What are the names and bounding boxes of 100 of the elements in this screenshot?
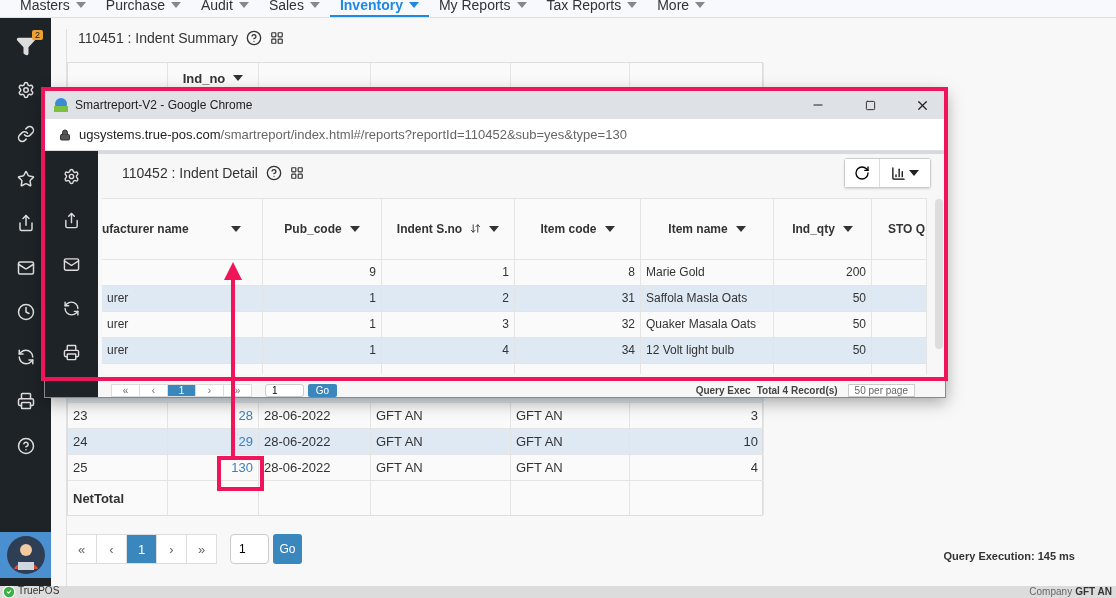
page-button[interactable]: ‹ <box>139 384 168 397</box>
nav-tab[interactable]: Audit <box>190 0 259 17</box>
app-name: TruePOS <box>18 586 60 598</box>
table-cell: 8 <box>628 265 635 280</box>
help-icon[interactable] <box>265 164 282 181</box>
grid-icon[interactable] <box>270 31 285 45</box>
caret-icon <box>489 225 500 232</box>
chart-dropdown[interactable] <box>880 159 930 187</box>
page-button[interactable]: 1 <box>167 384 196 397</box>
grid-icon[interactable] <box>289 165 304 180</box>
settings-icon[interactable] <box>63 168 80 185</box>
table-cell: Quaker Masala Oats <box>646 317 757 332</box>
go-button[interactable]: Go <box>273 534 302 564</box>
star-icon[interactable] <box>16 169 35 188</box>
table-cell: 28-06-2022 <box>264 434 331 449</box>
page-button[interactable]: › <box>156 534 187 564</box>
highlight-frame <box>217 456 264 491</box>
report-title: 110452 : Indent Detail <box>122 164 258 181</box>
page-button[interactable]: ‹ <box>96 534 127 564</box>
clock-icon[interactable] <box>16 303 35 321</box>
caret-icon <box>604 225 615 232</box>
table-cell: 12 Volt light bulb <box>646 343 735 358</box>
table-cell: 9 <box>369 265 376 280</box>
table-cell: 31 <box>621 291 635 306</box>
column-header[interactable]: Pub_code <box>284 221 342 236</box>
window-title: Smartreport-V2 - Google Chrome <box>75 98 254 112</box>
go-button[interactable]: Go <box>308 384 337 397</box>
table-cell: 1 <box>502 265 509 280</box>
mail-icon[interactable] <box>63 256 80 273</box>
bar-chart-icon <box>891 165 906 181</box>
link-icon[interactable] <box>16 125 35 143</box>
nav-tab[interactable]: Purchase <box>95 0 191 17</box>
indent-link[interactable]: 28 <box>238 408 253 423</box>
mail-icon[interactable] <box>16 258 35 277</box>
avatar[interactable] <box>0 532 51 578</box>
table-cell: 200 <box>845 265 866 280</box>
refresh-icon[interactable] <box>16 347 35 366</box>
refresh-icon <box>854 165 870 181</box>
table-cell: GFT AN <box>376 408 423 423</box>
help-icon[interactable] <box>246 30 263 46</box>
table-cell: 28-06-2022 <box>264 460 331 475</box>
refresh-button[interactable] <box>845 159 880 187</box>
column-header[interactable]: Ind_no <box>182 70 226 86</box>
total-label: NetTotal <box>73 490 125 506</box>
table-cell: 34 <box>621 343 635 358</box>
column-header[interactable]: Item code <box>540 221 597 236</box>
caret-icon <box>75 2 86 8</box>
indent-link[interactable]: 29 <box>238 434 253 449</box>
caret-icon <box>735 225 746 232</box>
table-cell: 4 <box>502 343 509 358</box>
table-cell: GFT AN <box>376 460 423 475</box>
page-button[interactable]: 1 <box>126 534 157 564</box>
url-field[interactable]: ugsystems.true-pos.com/smartreport/index.html#/reports?reportId=110452&sub=yes&type=130 <box>79 127 627 142</box>
column-header[interactable]: Indent S.no <box>396 221 463 236</box>
page-button[interactable]: » <box>186 534 217 564</box>
indent-link[interactable]: 130 <box>231 460 253 475</box>
print-icon[interactable] <box>16 392 35 410</box>
page-input[interactable]: 1 <box>265 384 304 397</box>
company-name: GFT AN <box>1075 586 1112 598</box>
page-button[interactable]: « <box>111 384 140 397</box>
sort-icon[interactable] <box>470 223 482 235</box>
caret-icon <box>627 2 638 8</box>
company-label: Company <box>1029 586 1073 598</box>
caret-icon <box>170 2 181 8</box>
table-cell: 1 <box>369 291 376 306</box>
column-header[interactable]: Ind_qty <box>792 221 835 236</box>
browser-logo-icon <box>53 97 69 113</box>
table-cell: 25 <box>73 460 88 475</box>
query-execution: Query Execution: 145 ms <box>943 550 1075 562</box>
page-button[interactable]: › <box>195 384 224 397</box>
table-cell: 50 <box>852 317 866 332</box>
table-cell: 1 <box>369 317 376 332</box>
nav-tab[interactable]: Masters <box>10 0 96 17</box>
caret-icon <box>349 225 360 232</box>
nav-tab[interactable]: More <box>647 0 716 17</box>
maximize-icon[interactable] <box>864 99 876 111</box>
query-execution: Query Exec <box>695 384 751 397</box>
nav-tab[interactable]: My Reports <box>428 0 537 17</box>
settings-icon[interactable] <box>16 80 35 99</box>
per-page-select[interactable]: 50 per page <box>847 384 915 397</box>
column-header[interactable]: STO Q <box>888 221 926 236</box>
print-icon[interactable] <box>63 344 80 361</box>
table-cell: 28-06-2022 <box>264 408 331 423</box>
vertical-scrollbar[interactable] <box>935 199 943 349</box>
share-icon[interactable] <box>63 212 80 229</box>
table-cell: GFT AN <box>516 434 563 449</box>
caret-icon <box>309 2 320 8</box>
page-button[interactable]: « <box>66 534 97 564</box>
refresh-icon[interactable] <box>63 300 80 317</box>
column-header[interactable]: Item name <box>668 221 728 236</box>
table-cell: 1 <box>369 343 376 358</box>
lock-icon <box>59 128 71 141</box>
caret-icon <box>516 2 527 8</box>
nav-tab[interactable]: Tax Reports <box>536 0 648 17</box>
nav-tab[interactable]: Sales <box>258 0 330 17</box>
table-cell: 2 <box>502 291 509 306</box>
column-header[interactable]: ufacturer name <box>102 221 189 236</box>
share-icon[interactable] <box>16 214 35 232</box>
page-input[interactable]: 1 <box>230 534 269 564</box>
filter-icon[interactable] <box>15 36 36 56</box>
